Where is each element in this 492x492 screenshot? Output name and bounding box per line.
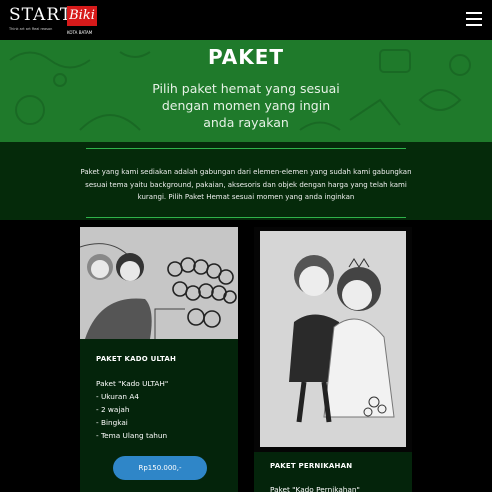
package-desc-line: - Ukuran A4 bbox=[96, 392, 139, 401]
price-button[interactable]: Rp150.000,- bbox=[113, 456, 207, 480]
package-description: Paket "Kado ULTAH" - Ukuran A4 - 2 wajah… bbox=[96, 377, 168, 442]
hero-banner: PAKET Pilih paket hemat yang sesuai deng… bbox=[0, 40, 492, 142]
package-title: PAKET KADO ULTAH bbox=[96, 355, 177, 363]
logo-city: KOTA BATAM bbox=[67, 30, 93, 35]
package-desc-line: Paket "Kado Pernikahan" bbox=[270, 485, 360, 492]
logo-red-mark: Biki bbox=[67, 6, 97, 26]
site-header: START Biki Think art art Real reason KOT… bbox=[0, 0, 492, 40]
divider-bottom bbox=[86, 217, 406, 218]
package-desc-line: Paket "Kado ULTAH" bbox=[96, 379, 169, 388]
caricature-wedding-image bbox=[254, 227, 412, 452]
package-description: Paket "Kado Pernikahan" bbox=[270, 483, 360, 492]
package-title: PAKET PERNIKAHAN bbox=[270, 462, 353, 470]
logo-text: START bbox=[9, 5, 73, 25]
intro-text: Paket yang kami sediakan adalah gabungan… bbox=[80, 168, 412, 201]
caricature-birthday-image bbox=[80, 227, 238, 339]
package-desc-line: - Bingkai bbox=[96, 418, 128, 427]
page-title: PAKET bbox=[207, 45, 285, 69]
package-card-pernikahan: PAKET PERNIKAHAN Paket "Kado Pernikahan" bbox=[254, 227, 412, 492]
hamburger-menu-icon[interactable] bbox=[466, 12, 482, 26]
logo-tagline: Think art art Real reason bbox=[9, 27, 53, 31]
intro-section: Paket yang kami sediakan adalah gabungan… bbox=[0, 142, 492, 220]
package-desc-line: - 2 wajah bbox=[96, 405, 130, 414]
package-desc-line: - Tema Ulang tahun bbox=[96, 431, 168, 440]
startbiki-logo[interactable]: START Biki Think art art Real reason KOT… bbox=[9, 5, 99, 35]
package-card-kado-ultah: PAKET KADO ULTAH Paket "Kado ULTAH" - Uk… bbox=[80, 227, 238, 492]
page-subtitle: Pilih paket hemat yang sesuai dengan mom… bbox=[152, 81, 340, 130]
divider-top bbox=[86, 148, 406, 149]
